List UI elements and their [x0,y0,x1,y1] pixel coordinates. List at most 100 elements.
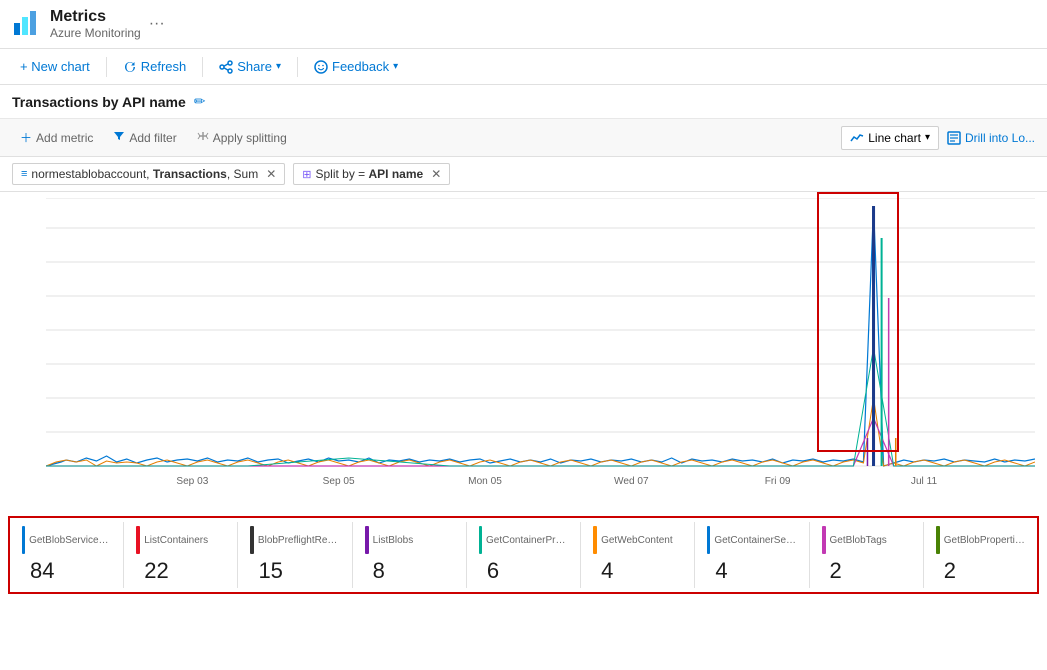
legend-color-5 [593,526,597,554]
share-button[interactable]: Share ▾ [211,55,289,78]
split-tag: ⊞ Split by = API name ✕ [293,163,450,185]
separator-1 [106,57,107,77]
metric-tag-label: normestablobaccount, Transactions, Sum [31,167,258,181]
legend-item-4: GetContainerProperties 6 [467,522,581,588]
metric-tag-icon: ≡ [21,168,27,180]
legend-item-header-5: GetWebContent [593,526,682,554]
add-metric-button[interactable]: ＋ Add metric [12,125,101,150]
legend-item-header-3: ListBlobs [365,526,454,554]
split-tag-label: Split by = API name [315,167,423,181]
legend-row: GetBlobServiceProper... 84 ListContainer… [8,516,1039,594]
legend-color-0 [22,526,25,554]
feedback-dropdown-icon: ▾ [393,61,398,72]
legend-item-name-4: GetContainerProperties [486,535,568,546]
metrics-toolbar-right: Line chart ▾ Drill into Lo... [841,126,1035,150]
legend-color-6 [707,526,710,554]
chart-type-dropdown-icon: ▾ [925,132,930,143]
separator-3 [297,57,298,77]
legend-item-value-3: 8 [373,558,454,584]
app-icon [12,9,40,40]
more-options-button[interactable]: ··· [149,15,165,33]
legend-item-1: ListContainers 22 [124,522,238,588]
chart-area: 0 2 4 6 8 10 12 14 16 Sep 03 Sep 05 Mon … [0,192,1047,512]
drill-icon [947,131,961,145]
metric-tag-close[interactable]: ✕ [266,167,276,181]
legend-item-header-7: GetBlobTags [822,526,911,554]
metric-tag-type: Transactions [153,167,227,181]
legend-color-3 [365,526,369,554]
legend-item-header-4: GetContainerProperties [479,526,568,554]
legend-item-7: GetBlobTags 2 [810,522,924,588]
app-subtitle: Azure Monitoring [50,26,141,40]
legend-item-header-8: GetBlobProperties [936,526,1025,554]
tags-row: ≡ normestablobaccount, Transactions, Sum… [0,157,1047,192]
legend-item-5: GetWebContent 4 [581,522,695,588]
main-toolbar: + New chart Refresh Share ▾ Feedback ▾ [0,49,1047,85]
svg-text:Sep 03: Sep 03 [176,476,208,487]
legend-item-value-0: 84 [30,558,111,584]
metric-tag-account: normestablobaccount, [31,167,152,181]
legend-item-2: BlobPreflightRequest 15 [238,522,352,588]
line-chart-svg: 0 2 4 6 8 10 12 14 16 Sep 03 Sep 05 Mon … [46,198,1035,488]
legend-item-value-5: 4 [601,558,682,584]
legend-color-7 [822,526,826,554]
header-text: Metrics Azure Monitoring [50,8,141,40]
line-chart-icon [850,131,864,145]
legend-item-header-2: BlobPreflightRequest [250,526,339,554]
legend-item-name-3: ListBlobs [373,535,414,546]
metrics-toolbar-left: ＋ Add metric Add filter Apply splitting [12,125,295,150]
add-filter-button[interactable]: Add filter [105,126,184,149]
legend-item-3: ListBlobs 8 [353,522,467,588]
legend-color-8 [936,526,940,554]
split-tag-icon: ⊞ [302,168,311,181]
legend-item-value-8: 2 [944,558,1025,584]
app-title: Metrics [50,8,141,26]
separator-2 [202,57,203,77]
legend-item-name-0: GetBlobServiceProper... [29,535,111,546]
apply-splitting-button[interactable]: Apply splitting [189,126,295,149]
edit-title-icon[interactable]: ✏ [194,93,206,110]
legend-item-name-5: GetWebContent [601,535,673,546]
feedback-button[interactable]: Feedback ▾ [306,55,406,78]
split-tag-close[interactable]: ✕ [431,167,441,181]
chart-title-bar: Transactions by API name ✏ [0,85,1047,119]
legend-item-value-2: 15 [258,558,339,584]
add-metric-icon: ＋ [20,129,32,146]
chart-title: Transactions by API name [12,94,186,110]
svg-text:Fri 09: Fri 09 [765,476,791,487]
legend-item-header-6: GetContainerServiceM... [707,526,796,554]
feedback-icon [314,60,328,74]
svg-text:Jul 11: Jul 11 [911,476,938,487]
metric-tag-agg: , Sum [227,167,258,181]
refresh-button[interactable]: Refresh [115,55,195,78]
new-chart-button[interactable]: + New chart [12,55,98,78]
split-tag-value: API name [369,167,424,181]
metrics-toolbar: ＋ Add metric Add filter Apply splitting … [0,119,1047,157]
legend-item-value-1: 22 [144,558,225,584]
legend-item-name-2: BlobPreflightRequest [258,535,340,546]
legend-item-0: GetBlobServiceProper... 84 [10,522,124,588]
svg-text:Wed 07: Wed 07 [614,476,649,487]
legend-item-name-1: ListContainers [144,535,208,546]
legend-item-value-4: 6 [487,558,568,584]
legend-color-1 [136,526,140,554]
app-header: Metrics Azure Monitoring ··· [0,0,1047,49]
svg-text:Sep 05: Sep 05 [323,476,355,487]
filter-icon [113,130,125,145]
legend-item-header-1: ListContainers [136,526,225,554]
share-dropdown-icon: ▾ [276,61,281,72]
legend-item-8: GetBlobProperties 2 [924,522,1037,588]
legend-item-value-7: 2 [830,558,911,584]
svg-text:Mon 05: Mon 05 [468,476,502,487]
drill-into-logs-button[interactable]: Drill into Lo... [947,131,1035,145]
legend-item-header-0: GetBlobServiceProper... [22,526,111,554]
legend-item-6: GetContainerServiceM... 4 [695,522,809,588]
refresh-icon [123,60,137,74]
legend-item-value-6: 4 [715,558,796,584]
legend-item-name-6: GetContainerServiceM... [714,535,796,546]
chart-type-button[interactable]: Line chart ▾ [841,126,939,150]
share-icon [219,60,233,74]
legend-color-4 [479,526,482,554]
legend-color-2 [250,526,253,554]
legend-item-name-7: GetBlobTags [830,535,887,546]
